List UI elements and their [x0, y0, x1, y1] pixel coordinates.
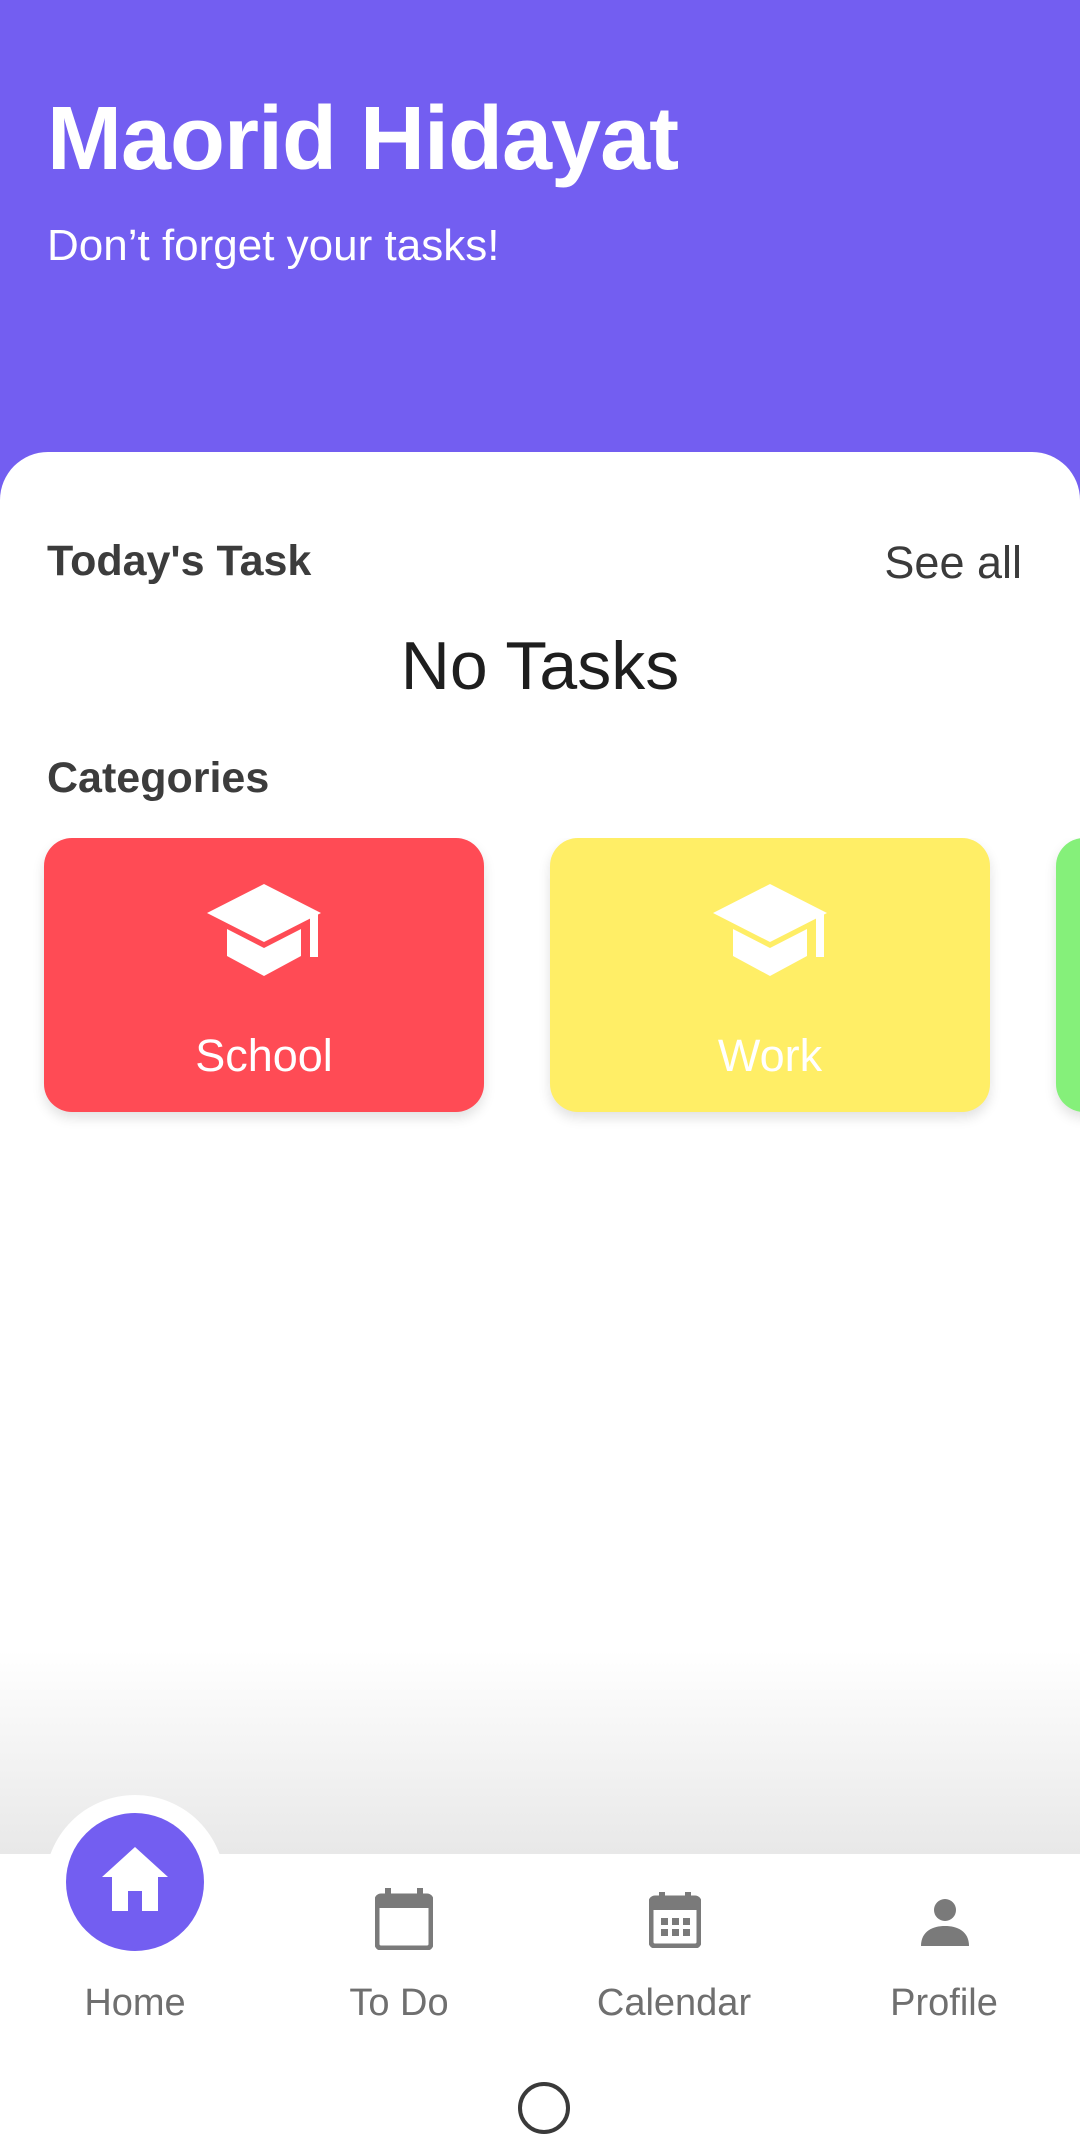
- main-content: Today's Task See all No Tasks Categories…: [0, 452, 1080, 1852]
- see-all-link[interactable]: See all: [884, 537, 1022, 589]
- calendar-icon: [648, 1892, 702, 1953]
- category-label: Work: [717, 1030, 823, 1081]
- nav-label-calendar: Calendar: [596, 1982, 752, 2024]
- nav-item-calendar[interactable]: Calendar: [539, 1854, 809, 2054]
- user-name: Maorid Hidayat: [47, 89, 679, 189]
- category-label: School: [195, 1030, 333, 1081]
- nav-label-profile: Profile: [890, 1982, 998, 2024]
- graduation-cap-icon: [44, 884, 484, 981]
- nav-item-profile[interactable]: Profile: [809, 1854, 1079, 2054]
- nav-item-todo[interactable]: To Do: [264, 1854, 534, 2054]
- no-tasks-message: No Tasks: [400, 628, 680, 704]
- categories-title: Categories: [47, 754, 270, 802]
- nav-label-todo: To Do: [349, 1982, 449, 2024]
- home-button[interactable]: [66, 1813, 204, 1951]
- todays-task-title: Today's Task: [47, 537, 312, 585]
- header-subtitle: Don’t forget your tasks!: [47, 221, 500, 270]
- categories-list[interactable]: School Work: [0, 838, 1080, 1138]
- calendar-blank-icon: [374, 1888, 434, 1955]
- graduation-cap-icon: [550, 884, 990, 981]
- header: Maorid Hidayat Don’t forget your tasks!: [0, 0, 1080, 500]
- home-icon: [102, 1847, 168, 1911]
- category-card-work[interactable]: Work: [550, 838, 990, 1112]
- gesture-home-indicator[interactable]: [518, 2082, 570, 2134]
- category-card-school[interactable]: School: [44, 838, 484, 1112]
- person-icon: [921, 1898, 969, 1951]
- category-card-partial[interactable]: [1056, 838, 1080, 1112]
- nav-label-home: Home: [84, 1982, 186, 2024]
